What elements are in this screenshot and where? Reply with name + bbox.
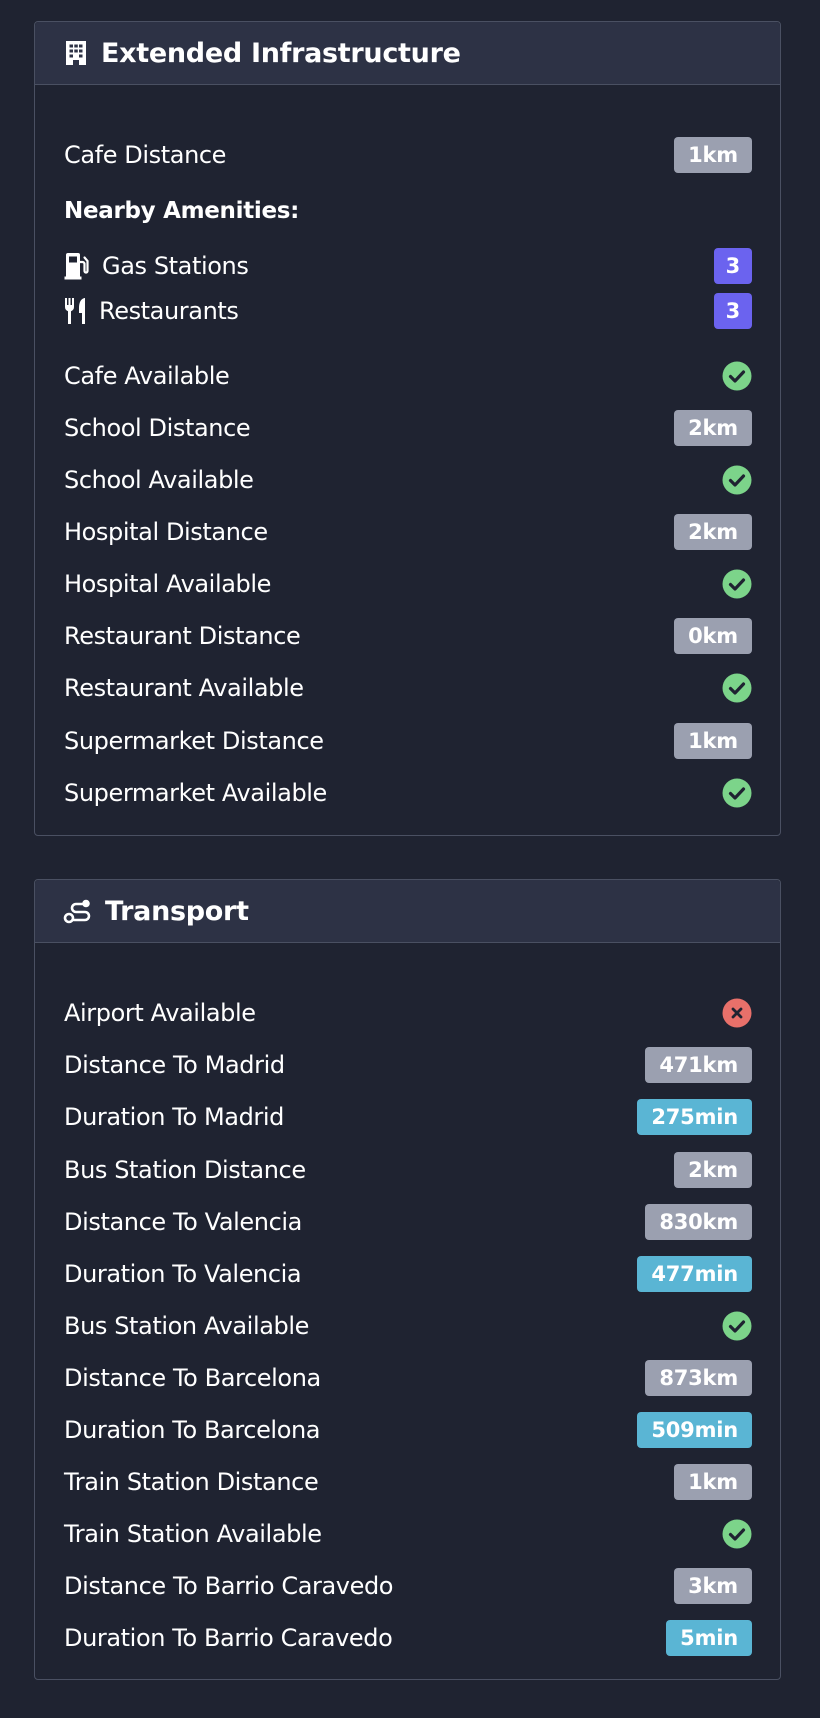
- duration-valencia-row: Duration To Valencia 477min: [64, 1254, 752, 1294]
- distance-badge: 873km: [645, 1360, 752, 1396]
- distance-badge: 0km: [674, 618, 752, 654]
- row-label: Duration To Valencia: [64, 1260, 302, 1288]
- distance-badge: 1km: [674, 137, 752, 173]
- card-header: Transport: [35, 880, 780, 943]
- row-label: Duration To Madrid: [64, 1103, 284, 1131]
- airport-available-row: Airport Available: [64, 993, 752, 1033]
- check-icon: [722, 465, 752, 495]
- distance-badge: 830km: [645, 1204, 752, 1240]
- row-label: Distance To Barcelona: [64, 1364, 321, 1392]
- cafe-distance-row: Cafe Distance 1km: [64, 135, 752, 175]
- row-label: Supermarket Available: [64, 779, 327, 807]
- distance-valencia-row: Distance To Valencia 830km: [64, 1202, 752, 1242]
- restaurant-available-row: Restaurant Available: [64, 668, 752, 708]
- duration-badge: 275min: [637, 1099, 752, 1135]
- distance-badge: 1km: [674, 723, 752, 759]
- duration-badge: 477min: [637, 1256, 752, 1292]
- restaurant-distance-row: Restaurant Distance 0km: [64, 616, 752, 656]
- amenity-gas-stations: Gas Stations 3: [64, 246, 752, 286]
- card-title: Extended Infrastructure: [101, 37, 461, 69]
- supermarket-distance-row: Supermarket Distance 1km: [64, 721, 752, 761]
- train-station-distance-row: Train Station Distance 1km: [64, 1462, 752, 1502]
- amenities-heading: Nearby Amenities:: [64, 198, 300, 224]
- row-label: Restaurant Available: [64, 674, 304, 702]
- count-badge: 3: [713, 248, 752, 284]
- row-label: Airport Available: [64, 999, 256, 1027]
- gas-pump-icon: [64, 252, 90, 280]
- route-icon: [63, 898, 93, 924]
- check-icon: [722, 1519, 752, 1549]
- row-label: Hospital Available: [64, 570, 271, 598]
- row-label: Distance To Barrio Caravedo: [64, 1572, 394, 1600]
- row-label: Hospital Distance: [64, 518, 268, 546]
- row-label: Bus Station Distance: [64, 1156, 306, 1184]
- distance-badge: 2km: [674, 514, 752, 550]
- cross-icon: [722, 998, 752, 1028]
- duration-barrio-caravedo-row: Duration To Barrio Caravedo 5min: [64, 1618, 752, 1658]
- distance-badge: 3km: [674, 1568, 752, 1604]
- check-icon: [722, 673, 752, 703]
- row-label: School Available: [64, 466, 254, 494]
- row-label: Duration To Barrio Caravedo: [64, 1624, 393, 1652]
- utensils-icon: [64, 297, 87, 325]
- distance-barcelona-row: Distance To Barcelona 873km: [64, 1358, 752, 1398]
- school-available-row: School Available: [64, 460, 752, 500]
- distance-madrid-row: Distance To Madrid 471km: [64, 1045, 752, 1085]
- transport-card: Transport Airport Available Distance To …: [34, 879, 781, 1680]
- distance-barrio-caravedo-row: Distance To Barrio Caravedo 3km: [64, 1566, 752, 1606]
- row-label: School Distance: [64, 414, 251, 442]
- amenity-label: Restaurants: [99, 297, 239, 325]
- check-icon: [722, 1311, 752, 1341]
- row-label: Distance To Madrid: [64, 1051, 285, 1079]
- amenity-label: Gas Stations: [102, 252, 249, 280]
- hospital-available-row: Hospital Available: [64, 564, 752, 604]
- distance-badge: 2km: [674, 1152, 752, 1188]
- cafe-available-row: Cafe Available: [64, 356, 752, 396]
- check-icon: [722, 778, 752, 808]
- duration-badge: 509min: [637, 1412, 752, 1448]
- distance-badge: 1km: [674, 1464, 752, 1500]
- school-distance-row: School Distance 2km: [64, 408, 752, 448]
- row-label: Bus Station Available: [64, 1312, 309, 1340]
- building-icon: [63, 40, 89, 66]
- duration-madrid-row: Duration To Madrid 275min: [64, 1097, 752, 1137]
- duration-barcelona-row: Duration To Barcelona 509min: [64, 1410, 752, 1450]
- extended-infrastructure-card: Extended Infrastructure Cafe Distance 1k…: [34, 21, 781, 836]
- row-label: Train Station Distance: [64, 1468, 319, 1496]
- row-label: Train Station Available: [64, 1520, 322, 1548]
- row-label: Restaurant Distance: [64, 622, 301, 650]
- distance-badge: 471km: [645, 1047, 752, 1083]
- row-label: Cafe Distance: [64, 141, 227, 169]
- count-badge: 3: [713, 293, 752, 329]
- card-title: Transport: [105, 895, 249, 927]
- hospital-distance-row: Hospital Distance 2km: [64, 512, 752, 552]
- row-label: Cafe Available: [64, 362, 230, 390]
- row-label: Duration To Barcelona: [64, 1416, 321, 1444]
- check-icon: [722, 569, 752, 599]
- train-station-available-row: Train Station Available: [64, 1514, 752, 1554]
- card-header: Extended Infrastructure: [35, 22, 780, 85]
- bus-station-distance-row: Bus Station Distance 2km: [64, 1150, 752, 1190]
- distance-badge: 2km: [674, 410, 752, 446]
- bus-station-available-row: Bus Station Available: [64, 1306, 752, 1346]
- check-icon: [722, 361, 752, 391]
- amenity-restaurants: Restaurants 3: [64, 291, 752, 331]
- amenities-heading-row: Nearby Amenities:: [64, 191, 752, 231]
- row-label: Distance To Valencia: [64, 1208, 302, 1236]
- row-label: Supermarket Distance: [64, 727, 324, 755]
- duration-badge: 5min: [666, 1620, 752, 1656]
- supermarket-available-row: Supermarket Available: [64, 773, 752, 813]
